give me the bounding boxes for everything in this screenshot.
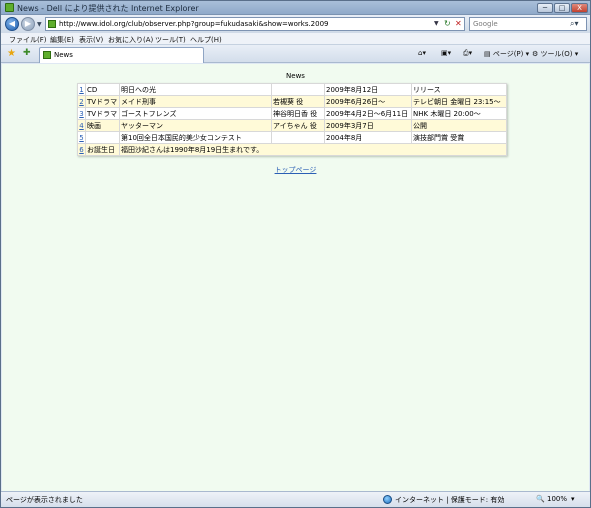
- table-row: 2 TVドラマ メイド刑事 若槻葵 役 2009年6月26日～ テレビ朝日 金曜…: [77, 95, 507, 108]
- page-favicon-icon: [5, 3, 14, 12]
- date-cell: 2009年6月26日～: [324, 95, 412, 108]
- tools-menu-label: ツール(O): [540, 50, 573, 58]
- menu-bar: ファイル(F) 編集(E) 表示(V) お気に入り(A) ツール(T) ヘルプ(…: [1, 33, 590, 45]
- address-url[interactable]: http://www.idol.org/club/observer.php?gr…: [59, 20, 329, 28]
- security-zone-text[interactable]: インターネット | 保護モード: 有効: [395, 495, 504, 505]
- note-cell: NHK 木曜日 20:00～: [411, 107, 507, 120]
- menu-favorites[interactable]: お気に入り(A): [108, 35, 153, 45]
- news-table: 1 CD 明日への光 2009年8月12日 リリース 2 TVドラマ メイド刑事…: [77, 83, 507, 156]
- search-input[interactable]: Google ⌕▾: [469, 17, 587, 31]
- row-number-link[interactable]: 6: [77, 143, 86, 156]
- title-cell: ゴーストフレンズ: [119, 107, 272, 120]
- date-cell: 2009年3月7日: [324, 119, 412, 132]
- zoom-level[interactable]: 100%: [547, 495, 567, 503]
- address-bar-row: ◀ ▶ ▼ http://www.idol.org/club/observer.…: [1, 15, 590, 33]
- role-cell: 神谷明日香 役: [271, 107, 325, 120]
- title-bar: News - Dell により提供された Internet Explorer ─…: [1, 1, 590, 15]
- add-favorites-icon[interactable]: ✚: [23, 48, 31, 58]
- row-number-link[interactable]: 4: [77, 119, 86, 132]
- window-title: News - Dell により提供された Internet Explorer: [17, 4, 199, 13]
- category-cell: CD: [85, 83, 120, 96]
- browser-window: News - Dell により提供された Internet Explorer ─…: [0, 0, 591, 508]
- tab-label: News: [54, 51, 73, 59]
- row-number-link[interactable]: 2: [77, 95, 86, 108]
- title-cell: 福田沙紀さんは1990年8月19日生まれです。: [119, 143, 507, 156]
- date-cell: 2009年8月12日: [324, 83, 412, 96]
- feeds-icon[interactable]: ▣▾: [441, 49, 451, 57]
- search-placeholder: Google: [473, 20, 498, 28]
- table-row: 6 お誕生日 福田沙紀さんは1990年8月19日生まれです。: [77, 143, 507, 156]
- table-row: 3 TVドラマ ゴーストフレンズ 神谷明日香 役 2009年4月2日～6月11日…: [77, 107, 507, 120]
- table-row: 1 CD 明日への光 2009年8月12日 リリース: [77, 83, 507, 96]
- title-cell: メイド刑事: [119, 95, 272, 108]
- back-button[interactable]: ◀: [5, 17, 19, 31]
- close-button[interactable]: X: [571, 3, 588, 13]
- category-cell: 映画: [85, 119, 120, 132]
- top-page-link[interactable]: トップページ: [2, 165, 589, 175]
- favorites-star-icon[interactable]: ★: [7, 48, 16, 59]
- menu-file[interactable]: ファイル(F): [9, 35, 47, 45]
- date-cell: 2004年8月: [324, 131, 412, 144]
- category-cell: TVドラマ: [85, 107, 120, 120]
- forward-button[interactable]: ▶: [21, 17, 35, 31]
- role-cell: [271, 131, 325, 144]
- home-icon[interactable]: ⌂▾: [418, 49, 426, 57]
- row-number-link[interactable]: 5: [77, 131, 86, 144]
- internet-zone-icon: [383, 495, 392, 504]
- table-row: 5 第10回全日本国民的美少女コンテスト 2004年8月 演技部門賞 受賞: [77, 131, 507, 144]
- row-number-link[interactable]: 1: [77, 83, 86, 96]
- tab-favicon-icon: [43, 51, 51, 59]
- title-cell: 第10回全日本国民的美少女コンテスト: [119, 131, 272, 144]
- page-menu-button[interactable]: ▤ ページ(P) ▾: [484, 49, 529, 59]
- note-cell: リリース: [411, 83, 507, 96]
- status-text: ページが表示されました: [6, 496, 83, 504]
- search-icon[interactable]: ⌕▾: [570, 19, 579, 29]
- menu-edit[interactable]: 編集(E): [50, 35, 74, 45]
- role-cell: アイちゃん 役: [271, 119, 325, 132]
- title-cell: 明日への光: [119, 83, 272, 96]
- page-heading: News: [286, 72, 305, 80]
- menu-view[interactable]: 表示(V): [79, 35, 103, 45]
- tools-menu-button[interactable]: ⚙ ツール(O) ▾: [532, 49, 578, 59]
- table-row: 4 映画 ヤッターマン アイちゃん 役 2009年3月7日 公開: [77, 119, 507, 132]
- date-cell: 2009年4月2日～6月11日: [324, 107, 412, 120]
- stop-icon[interactable]: ✕: [455, 19, 462, 28]
- zoom-dropdown-icon[interactable]: ▾: [571, 495, 575, 503]
- tab-row: ★ ✚ News ⌂▾ ▣▾ ⎙▾ ▤ ページ(P) ▾ ⚙ ツール(O) ▾: [1, 45, 590, 63]
- row-number-link[interactable]: 3: [77, 107, 86, 120]
- category-cell: TVドラマ: [85, 95, 120, 108]
- print-icon[interactable]: ⎙▾: [463, 49, 472, 58]
- status-bar: ページが表示されました インターネット | 保護モード: 有効 🔍 100% ▾: [1, 491, 590, 507]
- category-cell: [85, 131, 120, 144]
- note-cell: 演技部門賞 受賞: [411, 131, 507, 144]
- page-content: News 1 CD 明日への光 2009年8月12日 リリース 2 TVドラマ …: [2, 64, 589, 491]
- refresh-icon[interactable]: ↻: [444, 19, 451, 28]
- category-cell: お誕生日: [85, 143, 120, 156]
- site-icon: [48, 20, 56, 28]
- maximize-button[interactable]: □: [554, 3, 570, 13]
- role-cell: [271, 83, 325, 96]
- menu-tools[interactable]: ツール(T): [155, 35, 186, 45]
- minimize-button[interactable]: ─: [537, 3, 553, 13]
- address-dropdown-icon[interactable]: ▼: [434, 20, 439, 27]
- menu-help[interactable]: ヘルプ(H): [190, 35, 222, 45]
- address-field[interactable]: http://www.idol.org/club/observer.php?gr…: [45, 17, 465, 31]
- note-cell: テレビ朝日 金曜日 23:15～: [411, 95, 507, 108]
- history-dropdown-icon[interactable]: ▼: [37, 21, 42, 28]
- title-cell: ヤッターマン: [119, 119, 272, 132]
- role-cell: 若槻葵 役: [271, 95, 325, 108]
- zoom-icon[interactable]: 🔍: [536, 495, 545, 503]
- note-cell: 公開: [411, 119, 507, 132]
- tab-news[interactable]: News: [39, 47, 204, 63]
- page-menu-label: ページ(P): [492, 50, 524, 58]
